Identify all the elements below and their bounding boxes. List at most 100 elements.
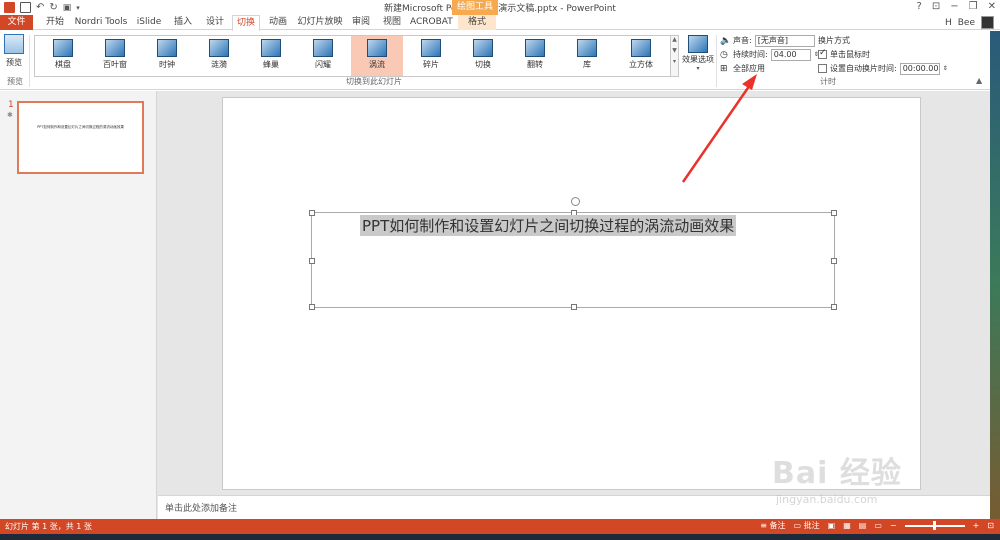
duration-input[interactable]: 04.00 <box>770 48 811 61</box>
zoom-slider-knob[interactable] <box>932 520 936 530</box>
slide-thumbnail[interactable]: PPT如何制作和设置幻灯片之间切换过程的涡流动画效果 <box>17 101 144 174</box>
tab-format[interactable]: 格式 <box>458 15 496 30</box>
tab-islide[interactable]: iSlide <box>134 15 164 30</box>
flip-icon <box>525 39 545 57</box>
watermark-url: jingyan.baidu.com <box>776 493 878 506</box>
transition-glitter[interactable]: 闪耀 <box>297 36 349 76</box>
zoom-in-icon[interactable]: + <box>973 521 980 530</box>
transition-flip[interactable]: 翻转 <box>509 36 561 76</box>
resize-handle[interactable] <box>831 258 837 264</box>
tab-insert[interactable]: 插入 <box>169 15 197 30</box>
resize-handle[interactable] <box>571 304 577 310</box>
slideshow-view-icon[interactable]: ▭ <box>874 521 882 530</box>
tab-transitions[interactable]: 切换 <box>232 15 260 31</box>
transition-blinds[interactable]: 百叶窗 <box>89 36 141 76</box>
transition-vortex[interactable]: 涡流 <box>351 36 403 76</box>
tab-home[interactable]: 开始 <box>40 15 70 30</box>
transition-label: 碎片 <box>423 60 439 69</box>
preview-button[interactable]: 预览 <box>3 34 25 68</box>
ribbon: 预览 预览 棋盘 百叶窗 时钟 涟漪 蜂巢 闪耀 涡流 碎片 切换 翻转 库 立… <box>0 31 1000 90</box>
tab-view[interactable]: 视图 <box>378 15 406 30</box>
checkerboard-icon <box>53 39 73 57</box>
zoom-slider[interactable] <box>904 520 965 530</box>
shred-icon <box>421 39 441 57</box>
avatar[interactable] <box>981 16 994 29</box>
transition-honeycomb[interactable]: 蜂巢 <box>245 36 297 76</box>
slide-number: 1 <box>8 100 14 110</box>
user-name-short: H <box>944 17 952 28</box>
resize-handle[interactable] <box>831 210 837 216</box>
resize-handle[interactable] <box>309 304 315 310</box>
divider <box>29 35 30 87</box>
watermark: Bai 经验 jingyan.baidu.com <box>772 438 972 518</box>
gallery-more-icon[interactable]: ▾ <box>671 58 678 65</box>
title-textbox[interactable]: PPT如何制作和设置幻灯片之间切换过程的涡流动画效果 <box>309 197 837 310</box>
transition-gallery-item[interactable]: 库 <box>561 36 613 76</box>
after-time-row: 设置自动换片时间: 00:00.00 ⇕ <box>818 62 948 75</box>
tab-acrobat[interactable]: ACROBAT <box>410 15 453 30</box>
transition-ripple[interactable]: 涟漪 <box>193 36 245 76</box>
restore-button[interactable]: ❐ <box>969 1 978 12</box>
transition-label: 涡流 <box>369 60 385 69</box>
transition-checkerboard[interactable]: 棋盘 <box>37 36 89 76</box>
help-button[interactable]: ? <box>917 1 922 12</box>
switch-icon <box>473 39 493 57</box>
comments-button[interactable]: ▭ 批注 <box>794 520 820 531</box>
notes-button[interactable]: ≡ 备注 <box>760 520 785 531</box>
advance-title: 换片方式 <box>818 36 850 45</box>
transition-label: 百叶窗 <box>103 60 127 69</box>
scroll-down-icon[interactable]: ▼ <box>671 47 678 54</box>
sound-label: 声音: <box>733 36 752 45</box>
transition-clock[interactable]: 时钟 <box>141 36 193 76</box>
fit-slide-icon[interactable]: ⊡ <box>987 521 994 530</box>
sound-row: 🔈 声音: [无声音] <box>720 34 815 47</box>
watermark-text: Bai 经验 <box>772 456 902 491</box>
resize-handle[interactable] <box>309 258 315 264</box>
effect-options-button[interactable]: 效果选项 ▾ <box>682 35 714 72</box>
normal-view-icon[interactable]: ▣ <box>828 521 836 530</box>
tab-slideshow[interactable]: 幻灯片放映 <box>295 15 345 30</box>
transition-label: 闪耀 <box>315 60 331 69</box>
after-time-stepper[interactable]: ⇕ <box>943 65 948 72</box>
sound-dropdown[interactable]: [无声音] <box>754 34 815 47</box>
tab-animations[interactable]: 动画 <box>264 15 292 30</box>
collapse-ribbon-icon[interactable]: ▲ <box>976 76 982 85</box>
reading-view-icon[interactable]: ▤ <box>859 521 867 530</box>
scroll-up-icon[interactable]: ▲ <box>671 36 678 43</box>
advance-slide-title: 换片方式 <box>818 34 850 47</box>
slide-title-text[interactable]: PPT如何制作和设置幻灯片之间切换过程的涡流动画效果 <box>360 215 737 236</box>
tab-design[interactable]: 设计 <box>201 15 229 30</box>
apply-all-row[interactable]: ⊞ 全部应用 <box>720 62 765 75</box>
transition-star-icon: ✱ <box>7 111 13 119</box>
transition-switch[interactable]: 切换 <box>457 36 509 76</box>
title-bar: ↶ ↻ ▣ ▾ 新建Microsoft PowerPoint 演示文稿.pptx… <box>0 0 1000 15</box>
resize-handle[interactable] <box>309 210 315 216</box>
rotate-handle-icon[interactable] <box>571 197 580 206</box>
resize-handle[interactable] <box>831 304 837 310</box>
slide-canvas[interactable]: PPT如何制作和设置幻灯片之间切换过程的涡流动画效果 <box>222 97 921 490</box>
after-time-checkbox[interactable] <box>818 64 827 73</box>
transition-shred[interactable]: 碎片 <box>405 36 457 76</box>
duration-label: 持续时间: <box>733 50 768 59</box>
tab-nordri-tools[interactable]: Nordri Tools <box>73 15 129 30</box>
tab-review[interactable]: 审阅 <box>349 15 373 30</box>
transition-label: 立方体 <box>629 60 653 69</box>
minimize-button[interactable]: − <box>950 1 958 12</box>
window-controls: ? ⊡ − ❐ ✕ <box>917 1 996 12</box>
apply-all-button[interactable]: 全部应用 <box>733 63 765 74</box>
transition-cube[interactable]: 立方体 <box>615 36 667 76</box>
windows-taskbar <box>0 534 1000 540</box>
after-time-input[interactable]: 00:00.00 <box>899 62 940 75</box>
slide-sorter-icon[interactable]: ▦ <box>843 521 851 530</box>
tab-file[interactable]: 文件 <box>0 15 33 30</box>
status-controls: ≡ 备注 ▭ 批注 ▣ ▦ ▤ ▭ − + ⊡ <box>760 520 994 531</box>
preview-group-label: 预览 <box>7 77 23 86</box>
clock-icon: ◷ <box>720 49 728 60</box>
zoom-out-icon[interactable]: − <box>890 521 897 530</box>
ribbon-tabs: 文件 开始 Nordri Tools iSlide 插入 设计 切换 动画 幻灯… <box>0 15 1000 31</box>
ribbon-display-icon[interactable]: ⊡ <box>932 1 940 12</box>
gallery-scroll[interactable]: ▲ ▼ ▾ <box>670 35 679 77</box>
user-area[interactable]: H Bee <box>945 16 994 29</box>
close-button[interactable]: ✕ <box>988 1 996 12</box>
on-click-checkbox[interactable] <box>818 48 827 59</box>
